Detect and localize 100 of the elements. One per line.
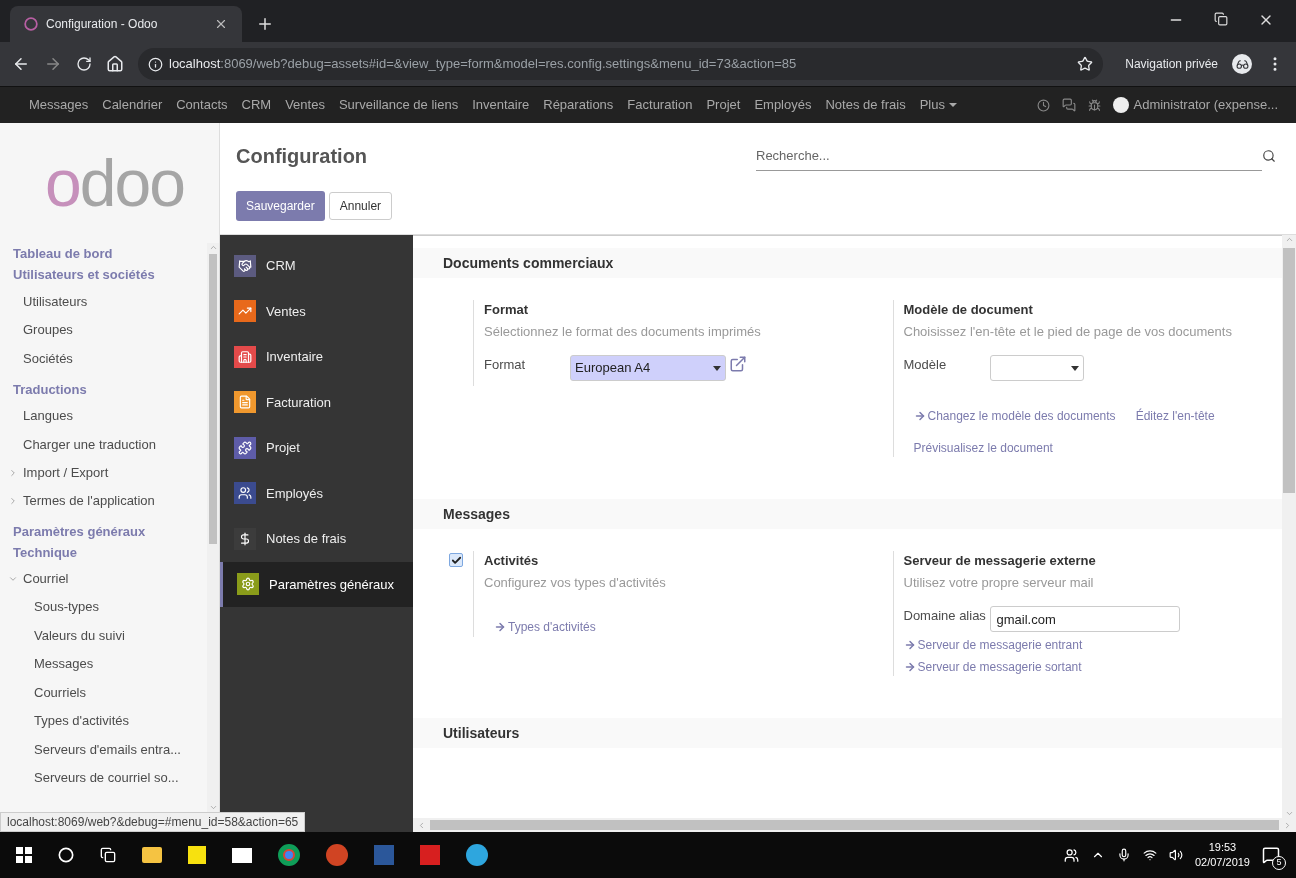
sidebar-item[interactable]: Sociétés xyxy=(0,344,207,373)
wifi-icon[interactable] xyxy=(1142,848,1157,862)
setting-link[interactable]: Serveur de messagerie sortant xyxy=(903,658,1082,676)
windows-start-icon[interactable] xyxy=(16,847,32,863)
setting-link[interactable]: Serveur de messagerie entrant xyxy=(903,636,1083,654)
home-icon[interactable] xyxy=(106,55,124,73)
sidebar-item[interactable]: Valeurs du suivi xyxy=(0,621,207,650)
close-tab-icon[interactable] xyxy=(214,17,228,31)
back-icon[interactable] xyxy=(12,55,30,73)
site-info-icon xyxy=(148,56,163,72)
setting-link[interactable]: Éditez l'en-tête xyxy=(1135,407,1215,425)
nav-menu-item[interactable]: Notes de frais xyxy=(818,95,913,115)
field-label: Format xyxy=(484,356,527,374)
section-title: Utilisateurs xyxy=(443,723,520,743)
nav-menu-item[interactable]: Employés xyxy=(747,95,819,115)
new-tab-icon[interactable] xyxy=(256,15,274,33)
settings-app-tab[interactable]: Notes de frais xyxy=(220,516,413,562)
people-icon[interactable] xyxy=(1063,847,1079,863)
sidebar-section-link[interactable]: Utilisateurs et sociétés xyxy=(0,264,207,285)
settings-app-tab[interactable]: CRM xyxy=(220,243,413,289)
settings-app-tab[interactable]: Ventes xyxy=(220,288,413,334)
setting-description: Sélectionnez le format des documents imprimés xyxy=(484,322,762,341)
private-mode-label: Navigation privée xyxy=(1125,56,1218,73)
sidebar-item[interactable]: Charger une traduction xyxy=(0,430,207,459)
setting-link[interactable]: Prévisualisez le document xyxy=(913,439,1053,457)
task-view-icon[interactable] xyxy=(100,847,116,863)
settings-app-tab[interactable]: Facturation xyxy=(220,379,413,425)
select-field[interactable] xyxy=(989,355,1084,381)
settings-app-tab[interactable]: Inventaire xyxy=(220,334,413,380)
arrow-right-icon xyxy=(903,639,916,651)
sidebar-item[interactable]: Groupes xyxy=(0,315,207,344)
sidebar-item[interactable]: Utilisateurs xyxy=(0,287,207,316)
setting-link[interactable]: Types d'activités xyxy=(494,618,596,636)
setting-link[interactable]: Changez le modèle des documents xyxy=(913,407,1116,425)
nav-menu-item[interactable]: Surveillance de liens xyxy=(331,95,466,115)
setting-title: Format xyxy=(484,301,530,319)
forward-icon[interactable] xyxy=(44,55,62,73)
sidebar-item[interactable]: Langues xyxy=(0,401,207,430)
url-text: localhost:8069/web?debug=assets#id=&view_type=form&model=res.config.settings&menu_id=73&action=85 xyxy=(169,55,797,74)
sidebar-item[interactable]: Types d'activités xyxy=(0,706,207,735)
nav-menu-item[interactable]: Projet xyxy=(699,95,748,115)
link-status-url: localhost:8069/web?&debug=#menu_id=58&action=65 xyxy=(0,812,306,832)
dropdown-caret-icon xyxy=(713,365,721,371)
sidebar-section-link[interactable]: Technique xyxy=(0,541,207,563)
notification-count: 5 xyxy=(1272,856,1286,870)
odoo-logo: odoo xyxy=(45,150,184,216)
nav-menu-item[interactable]: Réparations xyxy=(536,95,621,115)
dropdown-caret-icon xyxy=(1070,365,1079,371)
restore-icon[interactable] xyxy=(1214,12,1228,26)
nav-menu-item[interactable]: Facturation xyxy=(620,95,700,115)
bug-icon[interactable] xyxy=(1088,98,1102,112)
arrow-right-icon xyxy=(494,621,506,633)
folder-label: Termes de l'application xyxy=(23,491,155,510)
caret-icon xyxy=(8,467,18,478)
caret-icon xyxy=(8,495,18,506)
sidebar-section-link[interactable]: Tableau de bord xyxy=(0,243,207,264)
more-menu[interactable]: Plus xyxy=(912,95,964,115)
page-title: Configuration xyxy=(236,144,369,169)
sidebar-item[interactable]: Sous-types xyxy=(0,592,207,621)
sidebar-section-link[interactable]: Traductions xyxy=(0,378,207,400)
chat-icon[interactable] xyxy=(1062,98,1077,112)
user-menu[interactable]: Administrator (expense... xyxy=(1133,95,1278,115)
settings-app-tab[interactable]: Employés xyxy=(220,470,413,516)
volume-icon[interactable] xyxy=(1168,848,1183,862)
clock-time: 19:53 xyxy=(1208,840,1237,855)
incognito-icon[interactable] xyxy=(1232,54,1252,74)
sidebar-folder-item[interactable]: Courriel xyxy=(0,564,207,593)
setting-title: Modèle de document xyxy=(903,301,1034,319)
nav-menu-item[interactable]: Inventaire xyxy=(465,95,537,115)
sidebar-folder-item[interactable]: Termes de l'application xyxy=(0,486,207,515)
nav-menu-item[interactable]: Messages xyxy=(22,95,96,115)
address-bar[interactable]: localhost:8069/web?debug=assets#id=&view_type=form&model=res.config.settings&menu_id=73&action=85 xyxy=(138,48,1104,80)
folder-label: Import / Export xyxy=(23,463,109,482)
bookmark-star-icon[interactable] xyxy=(1077,56,1094,72)
nav-menu-item[interactable]: Calendrier xyxy=(95,95,170,115)
sidebar-item[interactable]: Serveurs d'emails entra... xyxy=(0,735,207,764)
sidebar-section-link[interactable]: Paramètres généraux xyxy=(0,520,207,542)
settings-app-tab[interactable]: Paramètres généraux xyxy=(220,561,413,607)
notifications-icon[interactable] xyxy=(1262,846,1280,864)
cancel-button[interactable]: Annuler xyxy=(328,192,393,220)
arrow-right-icon xyxy=(913,410,926,422)
browser-tab[interactable]: Configuration - Odoo xyxy=(10,6,242,42)
input-field[interactable]: gmail.com xyxy=(989,606,1180,632)
nav-menu-item[interactable]: Ventes xyxy=(278,95,332,115)
clock-icon[interactable] xyxy=(1037,98,1051,112)
sidebar-item[interactable]: Messages xyxy=(0,649,207,678)
sidebar-item[interactable]: Courriels xyxy=(0,678,207,707)
save-button[interactable]: Sauvegarder xyxy=(236,191,325,221)
sidebar-folder-item[interactable]: Import / Export xyxy=(0,458,207,487)
nav-menu-item[interactable]: CRM xyxy=(234,95,279,115)
external-link-icon[interactable] xyxy=(729,355,747,373)
nav-menu-item[interactable]: Contacts xyxy=(169,95,235,115)
reload-icon[interactable] xyxy=(76,56,92,72)
sidebar-item[interactable]: Serveurs de courriel so... xyxy=(0,763,207,792)
settings-app-tab[interactable]: Projet xyxy=(220,425,413,471)
checkbox[interactable] xyxy=(449,553,463,567)
arrow-right-icon xyxy=(903,661,916,673)
folder-label: Courriel xyxy=(23,569,69,588)
select-field[interactable]: European A4 xyxy=(570,355,726,381)
search-field[interactable]: Recherche... xyxy=(756,141,1262,171)
